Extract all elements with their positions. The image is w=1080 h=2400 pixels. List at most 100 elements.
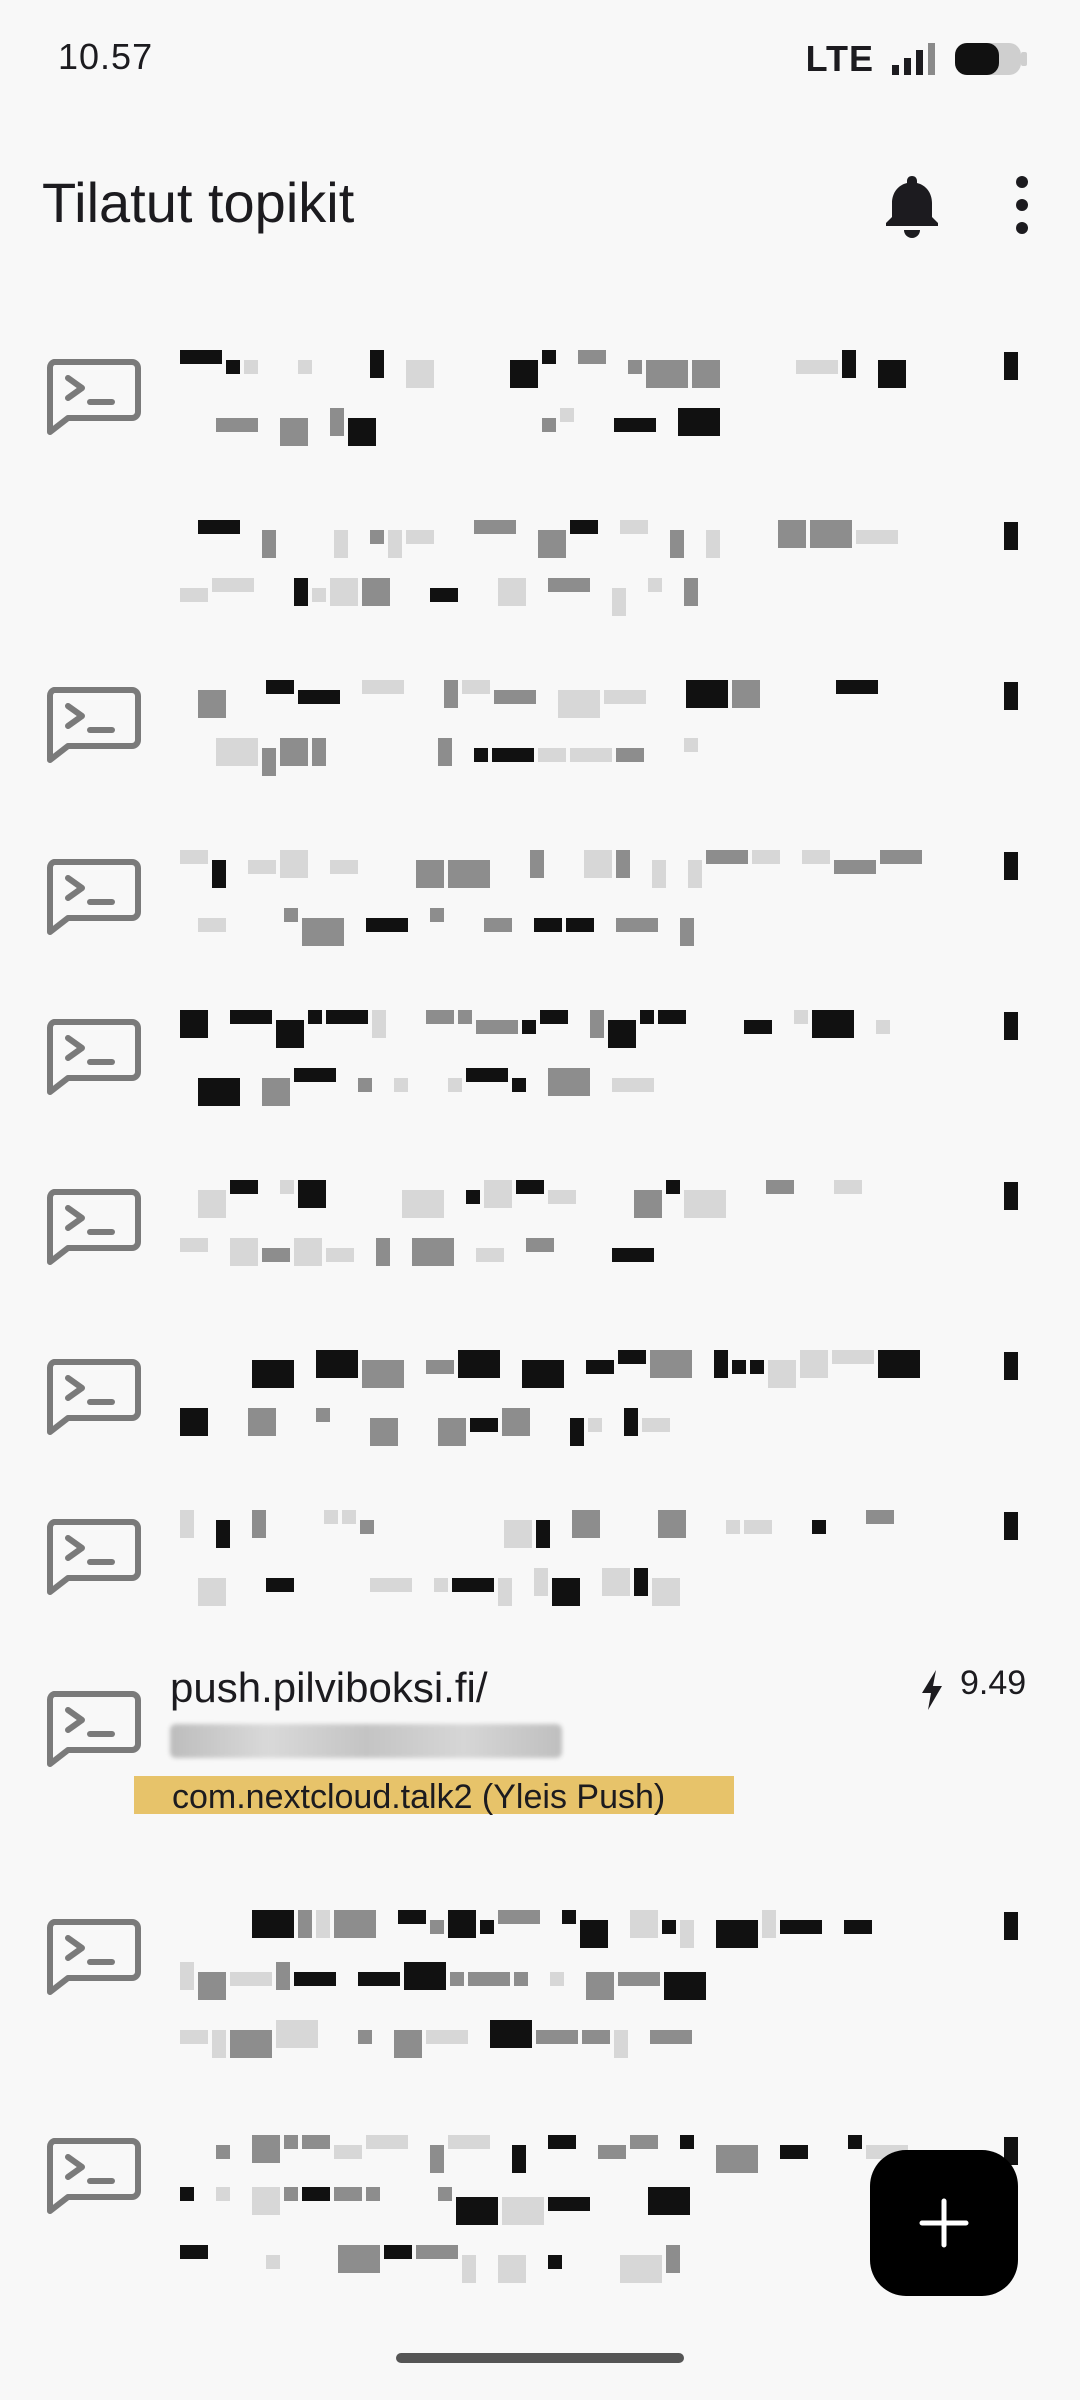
redacted-content <box>170 850 1030 950</box>
redaction-block <box>330 578 358 606</box>
redaction-block <box>542 350 556 364</box>
redaction-block <box>648 2187 690 2215</box>
redaction-block <box>480 1920 494 1934</box>
redaction-block <box>752 850 780 864</box>
redaction-block <box>598 2145 626 2159</box>
redaction-block <box>684 578 698 606</box>
redaction-block <box>444 680 458 708</box>
redaction-block <box>316 1350 358 1378</box>
redaction-block <box>448 2135 490 2149</box>
redaction-block <box>298 690 340 704</box>
redaction-block <box>280 1180 294 1194</box>
redaction-block <box>706 530 720 558</box>
topic-row[interactable] <box>0 1490 1080 1640</box>
redaction-block <box>262 530 276 558</box>
redaction-block <box>560 408 574 422</box>
redaction-block <box>514 1972 528 1986</box>
redaction-block <box>266 2255 280 2269</box>
redaction-block <box>582 2030 610 2044</box>
network-type: LTE <box>805 38 874 79</box>
redaction-block <box>778 520 806 548</box>
redaction-block <box>612 1078 654 1092</box>
redacted-content <box>170 1350 1030 1450</box>
redaction-block <box>714 1350 728 1378</box>
redaction-block <box>566 918 594 932</box>
redaction-block <box>302 2187 330 2201</box>
more-vert-icon[interactable] <box>1000 170 1044 240</box>
redaction-block <box>732 1360 746 1374</box>
add-topic-button[interactable] <box>870 2150 1018 2296</box>
signal-icon <box>892 43 935 75</box>
redaction-block <box>476 1248 504 1262</box>
redaction-block <box>476 1020 518 1034</box>
bell-icon[interactable] <box>882 170 942 240</box>
redaction-block <box>580 1920 608 1948</box>
redaction-block <box>416 860 444 888</box>
redaction-block <box>252 1360 294 1388</box>
redaction-block <box>684 1190 726 1218</box>
redaction-block <box>394 1078 408 1092</box>
redaction-block <box>620 520 648 534</box>
redaction-block <box>866 1510 894 1524</box>
redaction-block <box>366 2187 380 2201</box>
redaction-block <box>298 1180 326 1208</box>
topic-row[interactable] <box>0 330 1080 480</box>
gesture-nav-handle[interactable] <box>396 2353 684 2363</box>
redaction-block <box>548 2197 590 2211</box>
redaction-block <box>180 2030 208 2044</box>
redaction-block <box>750 1360 764 1374</box>
redaction-block <box>376 1238 390 1266</box>
redaction-block <box>276 2020 318 2048</box>
redaction-block <box>1004 1352 1018 1380</box>
redaction-block <box>498 1578 512 1606</box>
topic-row[interactable] <box>0 830 1080 980</box>
redaction-block <box>252 2187 280 2215</box>
redaction-block <box>1004 1912 1018 1940</box>
redaction-block <box>616 748 644 762</box>
redaction-block <box>732 680 760 708</box>
status-icons: LTE <box>806 38 1028 80</box>
redaction-block <box>570 748 612 762</box>
redaction-block <box>358 1078 372 1092</box>
redaction-block <box>312 738 326 766</box>
topic-row[interactable] <box>0 660 1080 810</box>
redaction-block <box>326 1248 354 1262</box>
topic-row[interactable] <box>0 1890 1080 2100</box>
page-title: Tilatut topikit <box>42 171 355 234</box>
redaction-block <box>244 360 258 374</box>
redaction-block <box>802 850 830 864</box>
redaction-block <box>834 1180 862 1194</box>
redaction-block <box>608 1020 636 1048</box>
redaction-block <box>334 2187 362 2201</box>
redaction-block <box>230 1010 272 1024</box>
topic-row[interactable]: push.pilviboksi.fi/ 9.49 com.nextcloud.t… <box>0 1664 1080 1816</box>
redaction-block <box>452 1578 494 1592</box>
redaction-block <box>536 2030 578 2044</box>
redaction-block <box>366 2135 408 2149</box>
terminal-icon <box>47 1019 141 1095</box>
redaction-block <box>588 1418 602 1432</box>
redaction-block <box>832 1350 874 1364</box>
redaction-block <box>384 2245 412 2259</box>
redaction-block <box>180 350 222 364</box>
redaction-block <box>766 1180 794 1194</box>
redacted-content <box>170 520 1030 620</box>
redaction-block <box>706 850 748 864</box>
topic-row[interactable] <box>0 500 1080 650</box>
redaction-block <box>430 2145 444 2173</box>
topic-row[interactable] <box>0 1160 1080 1310</box>
redaction-block <box>412 1238 454 1266</box>
redaction-block <box>230 1238 258 1266</box>
battery-icon <box>955 43 1027 75</box>
topic-row[interactable] <box>0 990 1080 1140</box>
add-icon <box>919 2198 969 2248</box>
redaction-block <box>198 1078 240 1106</box>
redaction-block <box>230 2030 272 2058</box>
redaction-block <box>630 2135 658 2149</box>
redaction-block <box>438 738 452 766</box>
topic-row[interactable] <box>0 1330 1080 1480</box>
redaction-block <box>362 1360 404 1388</box>
redaction-block <box>666 1180 680 1194</box>
redaction-block <box>216 2145 230 2159</box>
redaction-block <box>360 1520 374 1534</box>
